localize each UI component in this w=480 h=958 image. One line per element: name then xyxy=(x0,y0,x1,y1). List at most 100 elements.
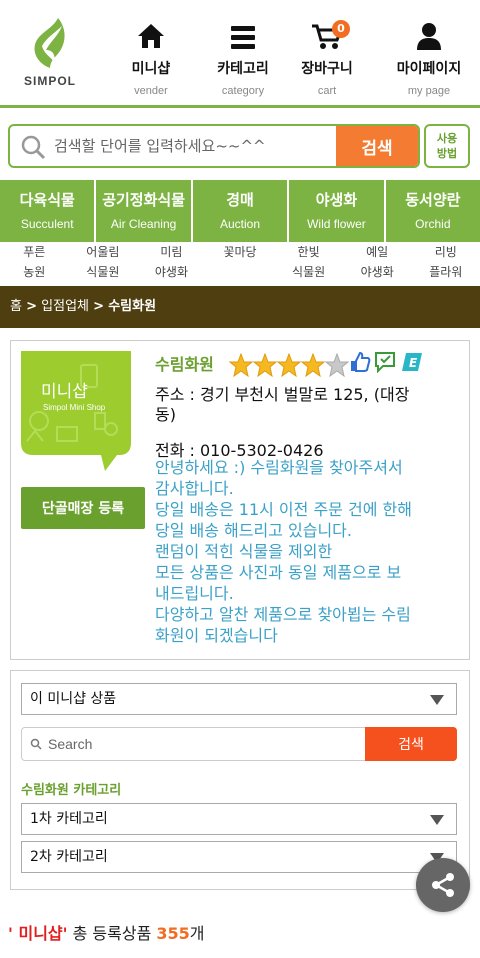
category-succulent[interactable]: 다육식물 Succulent xyxy=(0,180,97,242)
breadcrumb-separator: > xyxy=(26,299,38,314)
nav-sub: my page xyxy=(407,85,451,97)
minishop-search-input[interactable] xyxy=(48,730,348,758)
logo-text: SIMPOL xyxy=(23,74,76,88)
rating-stars xyxy=(229,353,349,377)
category-label-en: Auction xyxy=(220,217,261,231)
shop-link-text: 식물원 xyxy=(86,265,120,279)
nav-minishop[interactable]: 미니샵 vender xyxy=(106,18,196,98)
leaf-logo-icon xyxy=(34,18,65,68)
breadcrumb-separator: > xyxy=(93,299,105,314)
search-input[interactable] xyxy=(54,126,334,166)
category2-select[interactable]: 2차 카테고리 xyxy=(21,841,457,873)
description-line: 모든 상품은 사진과 동일 제품으로 보 xyxy=(155,563,402,582)
svg-text:E: E xyxy=(409,356,418,370)
shop-link-text: 미림 xyxy=(160,245,183,259)
share-button[interactable] xyxy=(416,858,470,912)
star-empty-icon xyxy=(325,353,349,377)
shop-image-title: 미니샵 xyxy=(41,382,88,402)
nav-sub: cart xyxy=(317,85,337,97)
shop-link-text: 플라워 xyxy=(429,265,463,279)
chevron-down-icon xyxy=(430,815,444,825)
category-label-en: Succulent xyxy=(20,217,74,231)
home-icon xyxy=(138,24,164,48)
count-value: 355 xyxy=(156,924,190,943)
category2-value: 2차 카테고리 xyxy=(30,849,108,865)
usage-guide-label: 사용 xyxy=(436,132,458,145)
user-icon xyxy=(417,23,441,50)
shop-image-subtitle: Simpol Mini Shop xyxy=(43,403,106,412)
breadcrumb: 홈 > 입점업체 > 수림화원 xyxy=(0,286,480,328)
shop-link[interactable]: 푸른 농원 xyxy=(0,242,69,282)
category1-value: 1차 카테고리 xyxy=(30,811,108,827)
breadcrumb-level1[interactable]: 입점업체 xyxy=(41,299,89,314)
minishop-search-box: 이 미니샵 상품 검색 수림화원 카테고리 1차 카테고리 2차 카테고리 xyxy=(10,670,470,890)
minishop-search: 검색 xyxy=(21,727,457,761)
shop-link[interactable]: 한빛식물원 xyxy=(274,242,343,282)
minishop-category-title: 수림화원 카테고리 xyxy=(21,783,122,798)
category-bar: 다육식물 Succulent 공기정화식물 Air Cleaning 경매 Au… xyxy=(0,180,480,242)
shop-link[interactable]: 꽃마당 xyxy=(206,242,275,282)
menu-icon xyxy=(231,26,255,49)
star-filled-icon xyxy=(301,353,325,377)
nav-mypage[interactable]: 마이페이지 my page xyxy=(384,18,474,98)
shop-contact: 주소 : 경기 부천시 벌말로 125, (대장 동) xyxy=(155,385,455,431)
nav-category[interactable]: 카테고리 category xyxy=(198,18,288,98)
shop-address: 주소 : 경기 부천시 벌말로 125, (대장 xyxy=(155,385,410,404)
shop-info-box: 미니샵 Simpol Mini Shop 단골매장 등록 수림화원 E 주소 :… xyxy=(10,340,470,660)
header: SIMPOL 미니샵 vender 카테고리 category 0 장바구니 c… xyxy=(0,0,480,108)
nav-label: 미니샵 xyxy=(131,60,171,76)
breadcrumb-current: 수림화원 xyxy=(108,299,157,314)
category-label-en: Orchid xyxy=(415,217,451,231)
shop-link-text: 야생화 xyxy=(154,265,188,279)
simpol-logo[interactable]: SIMPOL xyxy=(18,16,82,96)
usage-guide-button[interactable]: 사용 방법 xyxy=(424,124,470,168)
category-label-ko: 야생화 xyxy=(315,191,358,209)
category-label-ko: 경매 xyxy=(226,191,254,209)
description-line: 랜덤이 적힌 식물을 제외한 xyxy=(155,542,333,561)
category-label-ko: 공기정화식물 xyxy=(102,191,186,209)
search-button[interactable]: 검색 xyxy=(336,126,418,166)
category-label-en: Wild flower xyxy=(307,217,366,231)
category-label-ko: 다육식물 xyxy=(19,191,75,209)
category1-select[interactable]: 1차 카테고리 xyxy=(21,803,457,835)
minishop-search-button[interactable]: 검색 xyxy=(365,727,457,761)
shop-link-text: 푸른 xyxy=(23,245,46,259)
shop-link[interactable]: 어울림 식물원 xyxy=(69,242,138,282)
cart-badge: 0 xyxy=(332,20,350,38)
shop-link-text: 리빙 xyxy=(434,245,457,259)
search-icon xyxy=(30,738,42,750)
shop-image: 미니샵 Simpol Mini Shop xyxy=(21,351,131,471)
thumbs-up-icon xyxy=(351,351,371,372)
chat-check-icon xyxy=(375,352,395,373)
shop-link[interactable]: 리빙플라워 xyxy=(411,242,480,282)
description-line: 다양하고 알찬 제품으로 찾아뵙는 수림 xyxy=(155,605,411,624)
category-auction[interactable]: 경매 Auction xyxy=(193,180,290,242)
chevron-down-icon xyxy=(430,695,444,705)
shop-link[interactable]: 예일 야생화 xyxy=(343,242,412,282)
register-favorite-button[interactable]: 단골매장 등록 xyxy=(21,487,145,529)
nav-cart[interactable]: 0 장바구니 cart xyxy=(282,18,372,98)
category-label-en: Air Cleaning xyxy=(110,217,177,231)
product-scope-value: 이 미니샵 상품 xyxy=(30,691,117,707)
search-icon xyxy=(21,135,46,160)
shop-address: 동) xyxy=(155,405,176,424)
category-wild-flower[interactable]: 야생화 Wild flower xyxy=(289,180,386,242)
product-scope-select[interactable]: 이 미니샵 상품 xyxy=(21,683,457,715)
shop-link-text: 한빛 xyxy=(297,245,320,259)
description-line: 내드립니다. xyxy=(155,584,234,603)
shop-link-text: 꽃마당 xyxy=(223,245,257,259)
shop-link[interactable]: 미림야생화 xyxy=(137,242,206,282)
count-prefix: ' 미니샵' xyxy=(8,924,68,943)
count-label: 총 등록상품 xyxy=(67,924,157,943)
description-line: 화원이 되겠습니다 xyxy=(155,626,278,645)
category-orchid[interactable]: 동서양란 Orchid xyxy=(386,180,480,242)
shop-description: 안녕하세요 :) 수림화원을 찾아주셔서 감사합니다. 당일 배송은 11시 이전 … xyxy=(155,457,461,646)
shop-links: 푸른 농원 어울림 식물원 미림야생화 꽃마당 한빛식물원 예일 야생화 리빙플라워 xyxy=(0,242,480,282)
star-filled-icon xyxy=(253,353,277,377)
category-air-cleaning[interactable]: 공기정화식물 Air Cleaning xyxy=(96,180,193,242)
nav-label: 장바구니 xyxy=(301,60,353,76)
nav-sub: category xyxy=(221,85,265,97)
shop-link-text: 식물원 xyxy=(292,265,326,279)
breadcrumb-home[interactable]: 홈 xyxy=(10,299,22,314)
nav-label: 카테고리 xyxy=(217,60,269,76)
